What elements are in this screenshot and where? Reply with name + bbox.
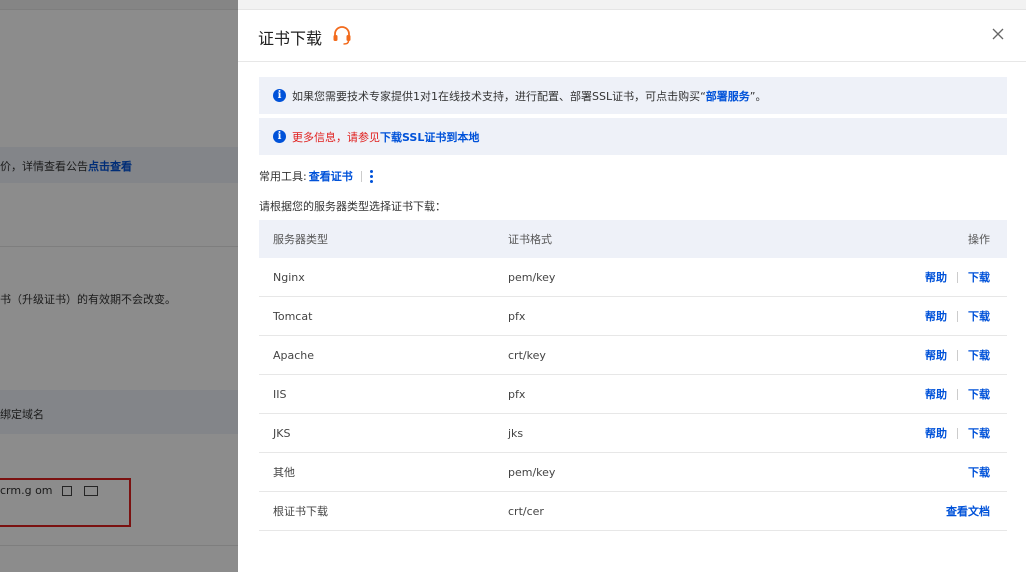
- download-link[interactable]: 下载: [968, 425, 990, 441]
- actions-cell: 帮助 下载: [808, 425, 1007, 441]
- server-type-cell: 根证书下载: [273, 505, 328, 518]
- modal-overlay[interactable]: [0, 0, 238, 572]
- close-icon[interactable]: [990, 26, 1006, 42]
- action-divider: [957, 271, 958, 283]
- download-link[interactable]: 下载: [968, 464, 990, 480]
- more-info-notice: i 更多信息，请参见下载SSL证书到本地: [259, 118, 1007, 155]
- server-type-cell: 其他: [273, 466, 295, 479]
- table-row: IIS pfx 帮助 下载: [259, 375, 1007, 414]
- format-cell: pem/key: [508, 465, 556, 479]
- server-type-hint: 请根据您的服务器类型选择证书下载：: [259, 200, 446, 213]
- table-row: 根证书下载 crt/cer 查看文档: [259, 492, 1007, 531]
- action-divider: [957, 349, 958, 361]
- format-cell: crt/cer: [508, 504, 544, 518]
- download-link[interactable]: 下载: [968, 386, 990, 402]
- header-format: 证书格式: [508, 233, 552, 246]
- table-row: 其他 pem/key 下载: [259, 453, 1007, 492]
- table-header: 服务器类型 证书格式 操作: [259, 220, 1007, 258]
- info-icon: i: [273, 130, 286, 143]
- format-cell: jks: [508, 426, 524, 440]
- help-link[interactable]: 帮助: [925, 425, 947, 441]
- format-cell: pfx: [508, 309, 526, 323]
- help-link[interactable]: 帮助: [925, 308, 947, 324]
- download-table: 服务器类型 证书格式 操作 Nginx pem/key 帮助 下载 Tomcat…: [259, 220, 1007, 531]
- tools-label: 常用工具:: [259, 170, 307, 183]
- server-type-cell: Apache: [273, 348, 315, 362]
- action-divider: [957, 427, 958, 439]
- server-type-cell: Tomcat: [273, 309, 313, 323]
- info-icon: i: [273, 89, 286, 102]
- table-row: Apache crt/key 帮助 下载: [259, 336, 1007, 375]
- actions-cell: 帮助 下载: [808, 347, 1007, 363]
- actions-cell: 帮助 下载: [808, 269, 1007, 285]
- headset-icon[interactable]: [331, 24, 353, 46]
- actions-cell: 帮助 下载: [808, 308, 1007, 324]
- action-divider: [957, 388, 958, 400]
- deploy-service-link[interactable]: 部署服务: [706, 90, 750, 103]
- view-certificate-link[interactable]: 查看证书: [309, 168, 353, 184]
- table-row: Nginx pem/key 帮助 下载: [259, 258, 1007, 297]
- actions-cell: 查看文档: [808, 503, 1007, 519]
- format-cell: pem/key: [508, 270, 556, 284]
- server-type-cell: Nginx: [273, 270, 305, 284]
- certificate-download-drawer: 证书下载 i 如果您需要技术专家提供1对1在线技术支持，进行配置、部署SSL证书…: [238, 10, 1026, 572]
- table-row: JKS jks 帮助 下载: [259, 414, 1007, 453]
- header-actions: 操作: [968, 233, 990, 246]
- tools-divider: [360, 170, 362, 182]
- actions-cell: 下载: [808, 464, 1007, 480]
- help-link[interactable]: 帮助: [925, 386, 947, 402]
- action-divider: [957, 310, 958, 322]
- format-cell: pfx: [508, 387, 526, 401]
- header-server-type: 服务器类型: [273, 233, 328, 246]
- help-link[interactable]: 帮助: [925, 347, 947, 363]
- download-ssl-doc-link[interactable]: 下载SSL证书到本地: [380, 131, 479, 144]
- help-link[interactable]: 帮助: [925, 269, 947, 285]
- notice-text: 更多信息，请参见下载SSL证书到本地: [292, 130, 480, 144]
- format-cell: crt/key: [508, 348, 546, 362]
- server-type-cell: IIS: [273, 387, 287, 401]
- download-link[interactable]: 下载: [968, 347, 990, 363]
- download-link[interactable]: 下载: [968, 308, 990, 324]
- drawer-header: 证书下载: [238, 10, 1026, 62]
- view-docs-link[interactable]: 查看文档: [946, 503, 990, 519]
- more-vertical-icon[interactable]: [369, 169, 373, 183]
- table-row: Tomcat pfx 帮助 下载: [259, 297, 1007, 336]
- common-tools: 常用工具: 查看证书: [259, 168, 373, 184]
- notice-text: 如果您需要技术专家提供1对1在线技术支持，进行配置、部署SSL证书，可点击购买“…: [292, 89, 767, 103]
- download-link[interactable]: 下载: [968, 269, 990, 285]
- support-notice: i 如果您需要技术专家提供1对1在线技术支持，进行配置、部署SSL证书，可点击购…: [259, 77, 1007, 114]
- drawer-title: 证书下载: [258, 29, 323, 48]
- server-type-cell: JKS: [273, 426, 291, 440]
- actions-cell: 帮助 下载: [808, 386, 1007, 402]
